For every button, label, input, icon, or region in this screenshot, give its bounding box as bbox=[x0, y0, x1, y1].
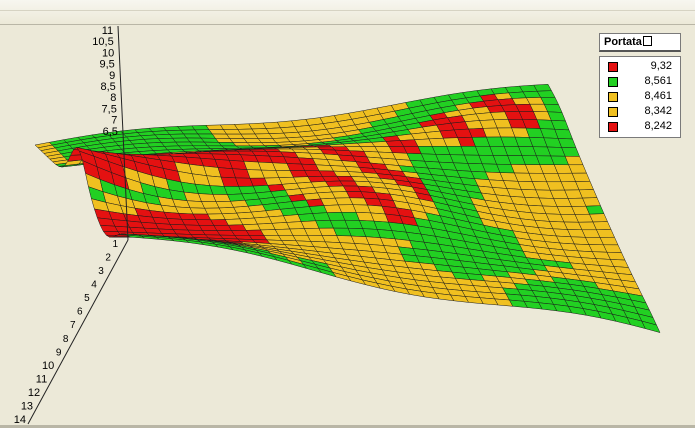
legend-label: 8,342 bbox=[644, 105, 672, 117]
y-tick-label: 5 bbox=[84, 293, 90, 304]
surface-mesh bbox=[34, 84, 661, 333]
y-tick-label: 8 bbox=[63, 334, 69, 345]
y-tick-label: 4 bbox=[91, 280, 97, 291]
z-tick-label: 7,5 bbox=[102, 103, 117, 115]
z-tick-label: 11 bbox=[102, 25, 113, 37]
legend-swatch bbox=[608, 122, 618, 132]
legend-entry: 8,461 bbox=[600, 89, 680, 104]
surface-cell bbox=[582, 197, 601, 207]
z-tick-label: 9 bbox=[109, 70, 115, 82]
legend-entry: 8,561 bbox=[600, 74, 680, 89]
chart-legend: Portata 9,32 8,561 8,461 8,342 8,242 bbox=[599, 33, 681, 138]
y-tick-label: 1 bbox=[112, 239, 118, 250]
legend-title-box-icon bbox=[642, 36, 652, 46]
surface-cell bbox=[592, 221, 612, 231]
z-tick-label: 9,5 bbox=[99, 59, 114, 71]
legend-swatch bbox=[608, 92, 618, 102]
surface-cell bbox=[596, 229, 615, 238]
z-axis-tick-labels: 1110,5109,598,587,576,5 bbox=[92, 25, 118, 138]
y-tick-label: 7 bbox=[70, 320, 76, 331]
legend-label: 8,561 bbox=[644, 75, 672, 87]
legend-swatch bbox=[608, 77, 618, 87]
y-tick-label: 3 bbox=[98, 266, 104, 277]
y-axis-line bbox=[27, 239, 129, 425]
z-tick-label: 8 bbox=[110, 92, 116, 104]
z-tick-label: 10 bbox=[102, 47, 114, 59]
z-tick-label: 8,5 bbox=[101, 81, 116, 93]
legend-swatch bbox=[608, 107, 618, 117]
legend-title-bar: Portata bbox=[599, 33, 681, 52]
legend-label: 9,32 bbox=[650, 60, 672, 72]
z-tick-label: 6,5 bbox=[103, 126, 118, 138]
legend-label: 8,242 bbox=[644, 120, 672, 132]
surface-cell bbox=[589, 213, 608, 223]
y-tick-label: 12 bbox=[28, 387, 40, 399]
legend-swatch bbox=[608, 62, 618, 72]
surface-cell bbox=[578, 189, 598, 199]
surface-cell bbox=[585, 205, 605, 215]
legend-entry: 9,32 bbox=[600, 59, 680, 74]
surface-cell bbox=[533, 84, 552, 92]
y-tick-label: 13 bbox=[21, 400, 33, 412]
legend-entry: 8,342 bbox=[600, 104, 680, 119]
surface-cell bbox=[575, 181, 594, 191]
y-tick-label: 2 bbox=[105, 253, 111, 264]
z-tick-label: 10,5 bbox=[92, 36, 113, 48]
legend-label: 8,461 bbox=[644, 90, 672, 102]
y-tick-label: 6 bbox=[77, 307, 83, 318]
y-tick-label: 9 bbox=[56, 347, 62, 358]
surface-chart: 1110,5109,598,587,576,5 1234567891011121… bbox=[14, 25, 661, 426]
legend-entries: 9,32 8,561 8,461 8,342 8,242 bbox=[599, 56, 681, 138]
y-axis-tick-labels: 1234567891011121314 bbox=[14, 239, 119, 426]
y-tick-label: 10 bbox=[42, 360, 54, 372]
surface-cell bbox=[536, 90, 556, 98]
y-tick-label: 11 bbox=[36, 373, 47, 385]
z-tick-label: 7 bbox=[111, 115, 117, 127]
legend-entry: 8,242 bbox=[600, 119, 680, 134]
legend-title: Portata bbox=[604, 36, 642, 48]
